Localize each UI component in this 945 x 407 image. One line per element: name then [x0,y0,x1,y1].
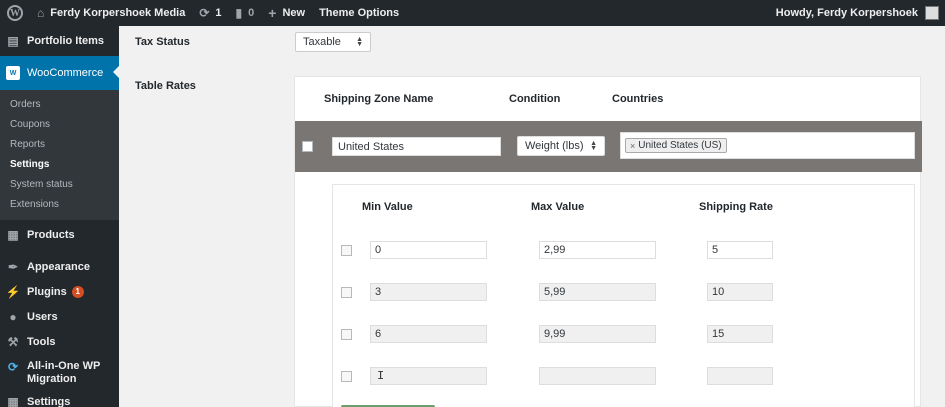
zone-name-input[interactable]: United States [332,137,501,156]
sidebar-item-label: Tools [27,336,56,348]
tax-status-value: Taxable [303,36,341,48]
sidebar-item-products[interactable]: ▦ Products [0,220,119,250]
submenu-orders[interactable]: Orders [0,94,119,114]
zone-row-checkbox[interactable] [302,141,313,152]
sidebar-item-users[interactable]: ● Users [0,304,119,330]
submenu-extensions[interactable]: Extensions [0,194,119,214]
theme-options-label: Theme Options [319,7,400,19]
new-label: New [282,7,306,19]
admin-sidebar: ▤ Portfolio Items W WooCommerce Orders C… [0,26,119,407]
rate-row-checkbox[interactable] [341,329,352,340]
countries-multiselect[interactable]: × United States (US) [620,132,915,159]
sidebar-item-label: WooCommerce [27,67,104,79]
new-content-link[interactable]: + New [261,0,312,26]
plus-icon: + [268,5,277,21]
table-rates-panel: Shipping Zone Name Condition Countries U… [294,76,922,407]
portfolio-icon: ▤ [7,34,19,48]
comments-link[interactable]: ▮ 0 [229,0,262,26]
shipping-rate-input[interactable]: 10 [707,283,773,301]
max-value-input[interactable]: 2,99 [539,241,656,259]
shipping-rate-input[interactable]: 15 [707,325,773,343]
sidebar-item-label: Portfolio Items [27,35,105,47]
sidebar-item-label: Appearance [27,261,90,273]
shipping-zone-row: United States Weight (lbs) ▲ ▼ × United S… [295,121,922,172]
rate-row-checkbox[interactable] [341,245,352,256]
col-header-condition: Condition [509,93,561,105]
theme-options-link[interactable]: Theme Options [312,0,406,26]
select-arrows-icon: ▲ ▼ [590,140,597,152]
sidebar-item-label: Products [27,229,75,241]
table-rates-label: Table Rates [135,80,196,92]
submenu-reports[interactable]: Reports [0,134,119,154]
wrench-icon: ⚒ [7,335,19,349]
sidebar-item-appearance[interactable]: ✒ Appearance [0,254,119,280]
user-icon: ● [9,310,17,324]
min-value-input[interactable]: 3 [370,283,487,301]
sidebar-item-label-line2: Migration [27,373,77,385]
col-header-shipping-rate: Shipping Rate [699,201,773,213]
shipping-rate-input[interactable]: 5 [707,241,773,259]
remove-tag-icon[interactable]: × [630,141,635,151]
settings-icon: ▦ [7,395,19,407]
sidebar-item-migration[interactable]: ⟳ All-in-One WP Migration [0,354,119,390]
sidebar-item-label-line1: All-in-One WP [27,360,101,372]
submenu-system-status[interactable]: System status [0,174,119,194]
migration-icon: ⟳ [7,359,19,374]
admin-bar: W ⌂ Ferdy Korpershoek Media ⟳ 1 ▮ 0 + Ne… [0,0,945,26]
rate-row-checkbox[interactable] [341,287,352,298]
account-menu[interactable]: Howdy, Ferdy Korpershoek [769,0,945,26]
col-header-max-value: Max Value [531,201,585,213]
howdy-greeting: Howdy, Ferdy Korpershoek [775,7,918,19]
comment-icon: ▮ [235,6,243,20]
country-tag-label: United States (US) [638,140,722,151]
submenu-coupons[interactable]: Coupons [0,114,119,134]
condition-select[interactable]: Weight (lbs) ▲ ▼ [517,136,605,156]
paintbrush-icon: ✒ [7,260,19,274]
site-name: Ferdy Korpershoek Media [50,7,186,19]
col-header-min-value: Min Value [362,201,413,213]
cube-icon: ▦ [7,228,19,242]
max-value-input[interactable]: 5,99 [539,283,656,301]
max-value-input[interactable] [539,367,656,385]
sidebar-item-tools[interactable]: ⚒ Tools [0,330,119,354]
wordpress-logo-button[interactable]: W [0,0,30,26]
sidebar-item-settings[interactable]: ▦ Settings [0,390,119,407]
rate-table: Min Value Max Value Shipping Rate 0 2,99… [332,184,915,407]
min-value-input[interactable]: 6 [370,325,487,343]
sidebar-item-plugins[interactable]: ⚡ Plugins 1 [0,280,119,304]
sidebar-item-label: Plugins [27,286,67,298]
submenu-settings[interactable]: Settings [0,154,119,174]
select-arrows-icon: ▲ ▼ [356,36,363,48]
condition-value: Weight (lbs) [525,140,584,152]
text-cursor-icon: I [377,369,385,383]
country-tag: × United States (US) [625,138,727,153]
rate-row-checkbox[interactable] [341,371,352,382]
plug-icon: ⚡ [5,285,21,299]
col-header-countries: Countries [612,93,664,105]
shipping-rate-input[interactable] [707,367,773,385]
comments-count: 0 [248,7,255,19]
avatar [925,6,939,20]
min-value-input[interactable] [370,367,487,385]
main-content: Tax Status Taxable ▲ ▼ Table Rates Shippi… [119,26,945,407]
max-value-input[interactable]: 9,99 [539,325,656,343]
sidebar-item-portfolio[interactable]: ▤ Portfolio Items [0,26,119,56]
col-header-zone-name: Shipping Zone Name [324,93,434,105]
sidebar-item-label: Users [27,311,58,323]
updates-link[interactable]: ⟳ 1 [192,0,228,26]
min-value-input[interactable]: 0 [370,241,487,259]
sidebar-item-label-group: All-in-One WP Migration [27,360,100,386]
sidebar-item-label: Settings [27,396,71,407]
site-name-link[interactable]: ⌂ Ferdy Korpershoek Media [30,0,192,26]
wordpress-icon: W [7,5,23,21]
woocommerce-icon: W [6,66,20,80]
tax-status-label: Tax Status [135,36,190,48]
refresh-icon: ⟳ [199,6,210,20]
home-icon: ⌂ [37,6,45,20]
tax-status-select[interactable]: Taxable ▲ ▼ [295,32,371,52]
woocommerce-submenu: Orders Coupons Reports Settings System s… [0,90,119,220]
updates-count: 1 [215,7,222,19]
plugins-update-badge: 1 [71,286,84,298]
sidebar-item-woocommerce[interactable]: W WooCommerce [0,56,119,90]
